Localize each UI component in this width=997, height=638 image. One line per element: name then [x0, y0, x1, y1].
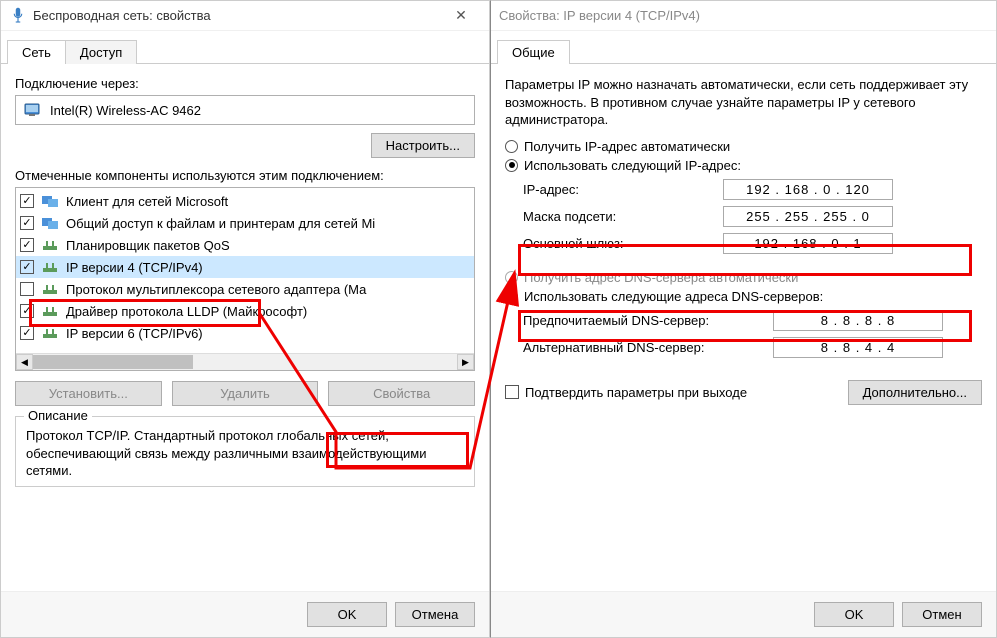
dns2-label: Альтернативный DNS-сервер: — [523, 340, 773, 355]
radio-icon — [505, 140, 518, 153]
tab-access[interactable]: Доступ — [65, 40, 137, 64]
component-label: IP версии 4 (TCP/IPv4) — [66, 260, 203, 275]
network-protocol-icon — [40, 302, 62, 320]
radio-ip-auto[interactable]: Получить IP-адрес автоматически — [505, 139, 982, 154]
component-label: IP версии 6 (TCP/IPv6) — [66, 326, 203, 341]
titlebar-left: Беспроводная сеть: свойства ✕ — [1, 1, 489, 31]
window-title: Беспроводная сеть: свойства — [33, 8, 441, 23]
components-list: Клиент для сетей Microsoft Общий доступ к… — [15, 187, 475, 371]
radio-dns-manual-label: Использовать следующие адреса DNS-сервер… — [524, 289, 823, 304]
component-label: Общий доступ к файлам и принтерам для се… — [66, 216, 375, 231]
network-protocol-icon — [40, 192, 62, 210]
scroll-left-arrow[interactable]: ◀ — [16, 354, 33, 370]
network-protocol-icon — [40, 258, 62, 276]
scroll-right-arrow[interactable]: ▶ — [457, 354, 474, 370]
tab-network[interactable]: Сеть — [7, 40, 66, 64]
component-label: Клиент для сетей Microsoft — [66, 194, 228, 209]
checkbox-icon[interactable] — [20, 194, 34, 208]
radio-dns-auto-label: Получить адрес DNS-сервера автоматически — [524, 270, 798, 285]
component-item[interactable]: Планировщик пакетов QoS — [16, 234, 474, 256]
mic-icon — [9, 7, 27, 25]
adapter-name: Intel(R) Wireless-AC 9462 — [50, 103, 201, 118]
close-icon[interactable]: ✕ — [441, 7, 481, 24]
component-item[interactable]: IP версии 4 (TCP/IPv4) — [16, 256, 474, 278]
scrollbar-horizontal[interactable]: ◀ ▶ — [16, 353, 474, 370]
radio-dns-auto: Получить адрес DNS-сервера автоматически — [505, 270, 982, 285]
checkbox-icon[interactable] — [20, 304, 34, 318]
properties-button[interactable]: Свойства — [328, 381, 475, 406]
radio-ip-auto-label: Получить IP-адрес автоматически — [524, 139, 730, 154]
component-item[interactable]: Драйвер протокола LLDP (Майкрософт) — [16, 300, 474, 322]
configure-button[interactable]: Настроить... — [371, 133, 475, 158]
intro-text: Параметры IP можно назначать автоматичес… — [505, 76, 982, 129]
checkbox-icon[interactable] — [20, 260, 34, 274]
network-protocol-icon — [40, 280, 62, 298]
checkbox-icon[interactable] — [20, 216, 34, 230]
components-label: Отмеченные компоненты используются этим … — [15, 168, 475, 183]
wireless-properties-window: Беспроводная сеть: свойства ✕ Сеть Досту… — [0, 0, 490, 638]
description-text: Протокол TCP/IP. Стандартный протокол гл… — [26, 427, 464, 480]
gateway-input[interactable]: 192 . 168 . 0 . 1 — [723, 233, 893, 254]
ip-address-input[interactable]: 192 . 168 . 0 . 120 — [723, 179, 893, 200]
component-label: Драйвер протокола LLDP (Майкрософт) — [66, 304, 307, 319]
description-group: Описание Протокол TCP/IP. Стандартный пр… — [15, 416, 475, 487]
content-right: Параметры IP можно назначать автоматичес… — [491, 64, 996, 417]
network-protocol-icon — [40, 236, 62, 254]
checkbox-icon — [505, 385, 519, 399]
radio-ip-manual-label: Использовать следующий IP-адрес: — [524, 158, 741, 173]
checkbox-icon[interactable] — [20, 326, 34, 340]
confirm-on-exit-label: Подтвердить параметры при выходе — [525, 385, 747, 400]
component-item[interactable]: Общий доступ к файлам и принтерам для се… — [16, 212, 474, 234]
subnet-mask-input[interactable]: 255 . 255 . 255 . 0 — [723, 206, 893, 227]
ipv4-properties-window: Свойства: IP версии 4 (TCP/IPv4) Общие П… — [490, 0, 997, 638]
window-title-right: Свойства: IP версии 4 (TCP/IPv4) — [499, 8, 988, 23]
network-protocol-icon — [40, 324, 62, 342]
cancel-button-left[interactable]: Отмена — [395, 602, 475, 627]
monitor-icon — [24, 102, 44, 118]
tabs-right: Общие — [491, 31, 996, 64]
tabs-left: Сеть Доступ — [1, 31, 489, 64]
dns2-input[interactable]: 8 . 8 . 4 . 4 — [773, 337, 943, 358]
gateway-label: Основной шлюз: — [523, 236, 723, 251]
ok-button-right[interactable]: OK — [814, 602, 894, 627]
checkbox-icon[interactable] — [20, 282, 34, 296]
network-protocol-icon — [40, 214, 62, 232]
remove-button[interactable]: Удалить — [172, 381, 319, 406]
connect-via-label: Подключение через: — [15, 76, 475, 91]
component-item[interactable]: Протокол мультиплексора сетевого адаптер… — [16, 278, 474, 300]
description-title: Описание — [24, 408, 92, 423]
dns1-input[interactable]: 8 . 8 . 8 . 8 — [773, 310, 943, 331]
adapter-box[interactable]: Intel(R) Wireless-AC 9462 — [15, 95, 475, 125]
radio-ip-manual[interactable]: Использовать следующий IP-адрес: — [505, 158, 982, 173]
radio-icon — [505, 290, 518, 303]
radio-icon — [505, 271, 518, 284]
component-item[interactable]: Клиент для сетей Microsoft — [16, 190, 474, 212]
component-label: Протокол мультиплексора сетевого адаптер… — [66, 282, 366, 297]
tab-general[interactable]: Общие — [497, 40, 570, 64]
checkbox-icon[interactable] — [20, 238, 34, 252]
confirm-on-exit-checkbox[interactable]: Подтвердить параметры при выходе — [505, 385, 848, 400]
dns1-label: Предпочитаемый DNS-сервер: — [523, 313, 773, 328]
radio-icon — [505, 159, 518, 172]
component-item[interactable]: IP версии 6 (TCP/IPv6) — [16, 322, 474, 344]
scroll-thumb[interactable] — [33, 355, 193, 369]
ok-button-left[interactable]: OK — [307, 602, 387, 627]
subnet-mask-label: Маска подсети: — [523, 209, 723, 224]
content-left: Подключение через: Intel(R) Wireless-AC … — [1, 64, 489, 499]
install-button[interactable]: Установить... — [15, 381, 162, 406]
component-label: Планировщик пакетов QoS — [66, 238, 230, 253]
titlebar-right: Свойства: IP версии 4 (TCP/IPv4) — [491, 1, 996, 31]
advanced-button[interactable]: Дополнительно... — [848, 380, 982, 405]
radio-dns-manual[interactable]: Использовать следующие адреса DNS-сервер… — [505, 289, 982, 304]
cancel-button-right[interactable]: Отмен — [902, 602, 982, 627]
ip-address-label: IP-адрес: — [523, 182, 723, 197]
